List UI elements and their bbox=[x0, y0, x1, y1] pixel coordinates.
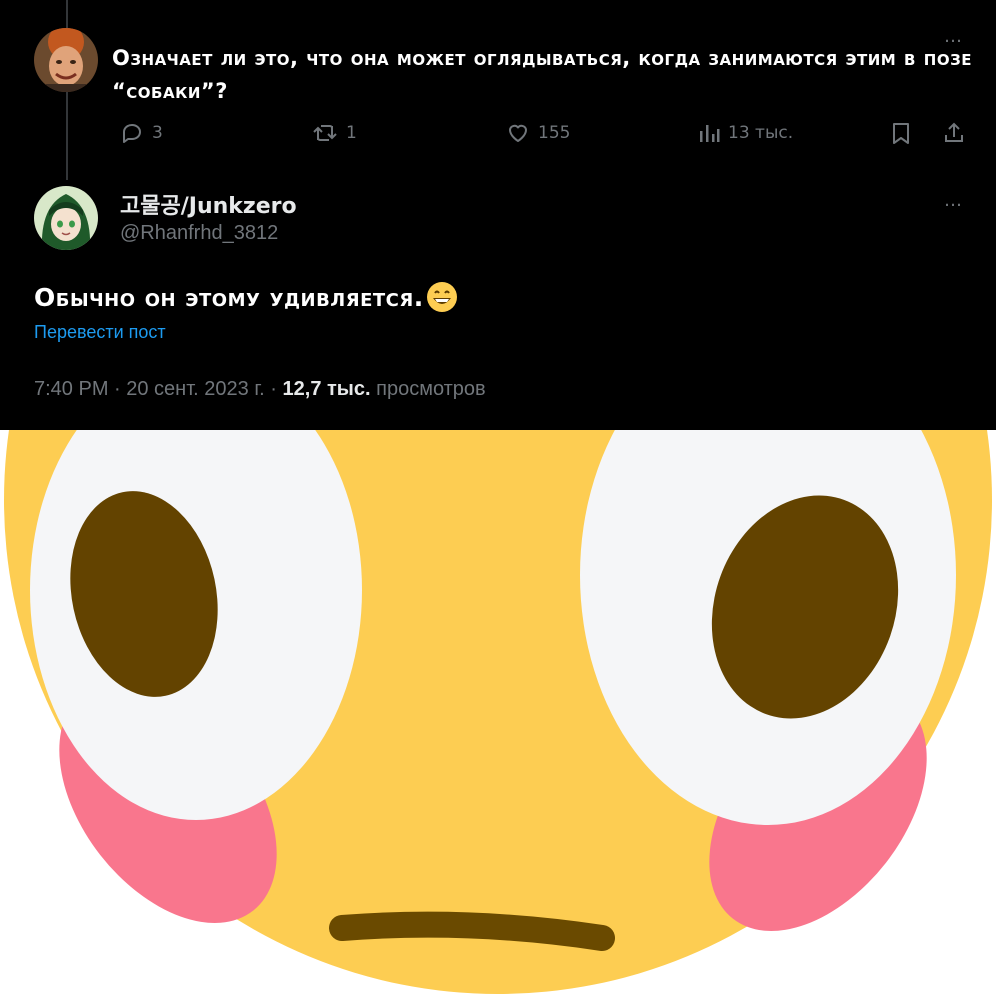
views-bar-chart-icon bbox=[700, 125, 720, 142]
translate-post-link[interactable]: Перевести пост bbox=[34, 322, 166, 343]
reply-user-avatar[interactable] bbox=[34, 186, 98, 250]
retweet-action[interactable]: 1 bbox=[312, 120, 357, 146]
views-action[interactable]: 13 тыс. bbox=[698, 120, 793, 146]
heart-icon bbox=[509, 124, 527, 142]
flushed-face-icon bbox=[0, 430, 996, 994]
reply-user-name[interactable]: 고물공/Junkzero bbox=[120, 188, 297, 220]
views-count: 13 тыс. bbox=[728, 123, 794, 143]
like-action[interactable]: 155 bbox=[506, 120, 570, 146]
retweet-icon bbox=[313, 125, 337, 141]
retweet-count: 1 bbox=[346, 123, 357, 143]
flushed-face-reaction-image bbox=[0, 430, 996, 994]
tweet-meta-line: 7:40 PM · 20 сент. 2023 г. · 12,7 тыс. п… bbox=[34, 378, 486, 401]
bookmark-icon bbox=[893, 123, 909, 144]
tweet-views-label: просмотров bbox=[370, 378, 486, 400]
share-action[interactable] bbox=[942, 120, 966, 146]
reply-icon bbox=[123, 124, 141, 143]
tweet-thread: Означает ли это, что она может оглядыват… bbox=[0, 0, 996, 430]
like-count: 155 bbox=[538, 123, 571, 143]
parent-tweet-text: Означает ли это, что она может оглядыват… bbox=[112, 42, 980, 108]
reply-action[interactable]: 3 bbox=[120, 120, 163, 146]
reply-tweet-text-row: Обычно он этому удивляется. bbox=[34, 281, 458, 313]
reply-tweet-text: Обычно он этому удивляется. bbox=[34, 282, 424, 312]
parent-user-avatar[interactable] bbox=[34, 28, 98, 92]
tweet-timestamp[interactable]: 7:40 PM · 20 сент. 2023 г. · bbox=[34, 378, 283, 400]
bookmark-action[interactable] bbox=[890, 120, 912, 146]
share-icon bbox=[945, 122, 963, 142]
reply-more-icon[interactable]: … bbox=[944, 190, 963, 211]
reply-user-handle[interactable]: @Rhanfrhd_3812 bbox=[120, 222, 278, 245]
grinning-face-emoji-icon bbox=[426, 282, 457, 312]
reply-count: 3 bbox=[152, 123, 163, 143]
parent-more-icon[interactable]: … bbox=[944, 26, 963, 47]
tweet-views-count: 12,7 тыс. bbox=[282, 378, 371, 400]
